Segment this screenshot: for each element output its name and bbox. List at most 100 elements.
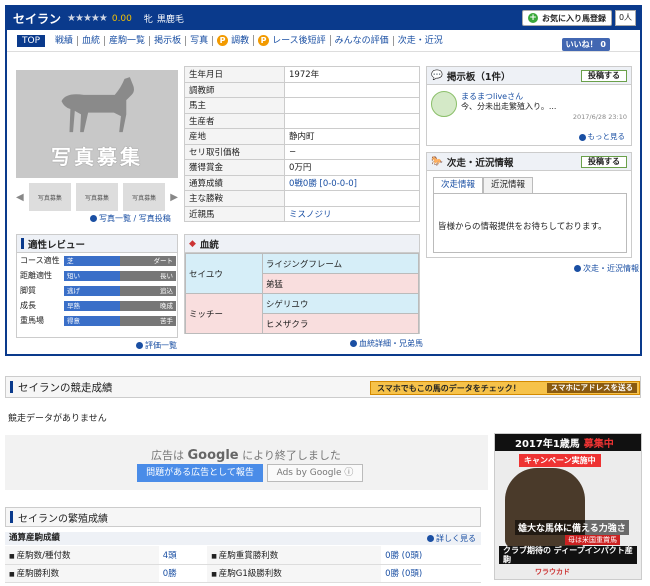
tab-next-race[interactable]: 次走・近況 xyxy=(394,36,447,46)
tab-recent-info[interactable]: 近況情報 xyxy=(483,177,533,193)
breeding-more-link[interactable]: 詳しく見る xyxy=(427,533,476,544)
race-post-button[interactable]: 投稿する xyxy=(581,156,627,168)
info-key: 馬主 xyxy=(184,97,285,114)
section-marker xyxy=(10,381,13,393)
tab-next-race-info[interactable]: 次走情報 xyxy=(433,177,483,193)
tab-training[interactable]: P 調教 xyxy=(213,35,255,46)
promo-main-text: クラブ期待の ディープインパクト産駒 xyxy=(499,546,637,564)
info-value: 静内町 xyxy=(284,128,420,145)
review-left: 得意 xyxy=(64,315,120,326)
thumbnail[interactable]: 写真募集 xyxy=(75,183,118,211)
info-value[interactable]: 0戦0勝 [0-0-0-0] xyxy=(284,174,420,191)
ad-ended-text: 広告は Google により終了しました xyxy=(151,447,341,463)
horse-coat: 黒鹿毛 xyxy=(156,15,184,25)
premium-icon: P xyxy=(217,35,229,46)
thumbnail[interactable]: 写真募集 xyxy=(28,183,71,211)
review-row: コース適性芝ダート xyxy=(17,253,177,268)
chevron-right-icon[interactable]: ▶ xyxy=(170,192,178,203)
breeding-value[interactable]: 0勝 xyxy=(158,564,208,583)
board-more-label: もっと見る xyxy=(587,132,626,141)
pedigree-detail-link[interactable]: 血統詳細・兄弟馬 xyxy=(350,338,423,349)
table-row: ミッチー シゲリユウ xyxy=(185,293,420,334)
promo-banner[interactable]: 2017年1歳馬 募集中 キャンペーン実施中 雄大な馬体に備える力強さ 母は米国重… xyxy=(494,433,642,580)
review-label: 重馬場 xyxy=(20,316,44,325)
sire-sire-name[interactable]: ライジングフレーム xyxy=(261,253,420,274)
table-row: 産地 静内町 xyxy=(184,128,420,145)
facebook-like-button[interactable]: いいね！ 0 xyxy=(561,38,610,51)
tab-board[interactable]: 掲示板 xyxy=(150,35,187,46)
review-left: 逃げ xyxy=(64,285,120,296)
info-value: 1972年 xyxy=(284,66,420,83)
favorite-label: お気に入り馬登録 xyxy=(542,13,606,23)
review-row: 距離適性 短い 長い xyxy=(17,268,177,283)
photo-links[interactable]: 写真一覧 / 写真投稿 xyxy=(90,213,171,224)
thumbnail[interactable]: 写真募集 xyxy=(123,183,166,211)
report-ad-button[interactable]: 問題がある広告として報告 xyxy=(137,464,263,482)
post-message[interactable]: 今、分未出走繁殖入り。... xyxy=(461,101,556,112)
tab-race-comments-label: レース後短評 xyxy=(272,35,326,46)
favorite-button[interactable]: + お気に入り馬登録 xyxy=(522,10,612,26)
review-header: 適性レビュー xyxy=(17,235,177,253)
info-value[interactable]: ミスノジリ xyxy=(284,205,420,222)
breeding-value[interactable]: 0勝 (0頭) xyxy=(381,546,481,565)
photo-placeholder-text: 写真募集 xyxy=(51,145,143,169)
review-bar: 早熟 晩成 xyxy=(64,300,176,311)
dam-name[interactable]: ミッチー xyxy=(185,293,263,334)
message-board-box: 💬 掲示板（1件） 投稿する まるまつliveさん 今、分未出走繁殖入り。... … xyxy=(426,66,632,146)
tab-offspring[interactable]: 産駒一覧 xyxy=(105,35,151,46)
breeding-key: 産駒G1級勝利数 xyxy=(207,564,382,583)
promo-copy: 雄大な馬体に備える力強さ xyxy=(515,520,629,535)
board-post-button[interactable]: 投稿する xyxy=(581,70,627,82)
info-value xyxy=(284,81,420,98)
tab-training-label: 調教 xyxy=(231,35,250,46)
post-date: 2017/6/28 23:10 xyxy=(572,113,627,121)
review-right: 苦手 xyxy=(120,315,176,326)
review-left: 短い xyxy=(64,270,120,281)
table-row: 通算成績 0戦0勝 [0-0-0-0] xyxy=(184,174,420,191)
info-value: − xyxy=(284,143,420,160)
dam-sire-name[interactable]: シゲリユウ xyxy=(261,293,420,314)
tab-race-comments[interactable]: P レース後短評 xyxy=(254,35,331,46)
tab-results[interactable]: 戦績 xyxy=(51,35,79,46)
promo-title: 2017年1歳馬 募集中 xyxy=(495,434,641,451)
avatar[interactable] xyxy=(431,91,457,117)
board-title: 掲示板（1件） xyxy=(446,71,511,83)
pedigree-box: ◆ 血統 セイユウ ライジングフレーム 弟猛 ミッチー シゲリユウ ヒメザクラ xyxy=(184,234,420,334)
ads-by-google-link[interactable]: Ads by Google ⓘ xyxy=(267,464,363,482)
tab-top[interactable]: TOP xyxy=(17,34,46,47)
tab-ratings[interactable]: みんなの評価 xyxy=(331,35,394,46)
smartphone-banner[interactable]: スマホでもこの馬のデータをチェック！ スマホにアドレスを送る xyxy=(370,381,640,395)
table-row: 獲得賞金 0万円 xyxy=(184,159,420,176)
review-bar: 逃げ 追込 xyxy=(64,285,176,296)
race-info-link[interactable]: 次走・近況情報 xyxy=(574,263,639,274)
dam-dam-name[interactable]: ヒメザクラ xyxy=(261,313,420,334)
photo-placeholder[interactable]: 写真募集 xyxy=(16,70,178,178)
chat-icon: 💬 xyxy=(431,70,443,81)
table-row: 馬主 xyxy=(184,97,420,114)
bullet-icon xyxy=(136,342,143,349)
review-list-link[interactable]: 評価一覧 xyxy=(136,340,177,351)
results-title: セイランの競走成績 xyxy=(18,381,113,394)
breeding-table: 産駒数/種付数 4頭 産駒重賞勝利数 0勝 (0頭) 産駒勝利数 0勝 産駒G1… xyxy=(5,546,481,583)
chevron-left-icon[interactable]: ◀ xyxy=(16,192,24,203)
sire-name[interactable]: セイユウ xyxy=(185,253,263,294)
header-bar: セイラン ★★★★★ 0.00 牝 黒鹿毛 + お気に入り馬登録 0人 xyxy=(7,7,640,30)
bullet-icon xyxy=(574,265,581,272)
review-right: ダート xyxy=(120,255,176,266)
next-race-box: 🐎 次走・近況情報 投稿する 次走情報 近況情報 皆様からの情報提供をお待ちしてお… xyxy=(426,152,632,258)
board-more-link[interactable]: もっと見る xyxy=(578,131,626,142)
send-address-button[interactable]: スマホにアドレスを送る xyxy=(546,383,637,393)
review-row: 成長 早熟 晩成 xyxy=(17,298,177,313)
breeding-value[interactable]: 4頭 xyxy=(158,546,208,565)
review-row: 重馬場 得意 苦手 xyxy=(17,313,177,328)
info-key: 近親馬 xyxy=(184,205,285,222)
sire-dam-name[interactable]: 弟猛 xyxy=(261,273,420,294)
table-row: 調教師 xyxy=(184,81,420,98)
table-row: 生年月日 1972年 xyxy=(184,66,420,83)
premium-icon: P xyxy=(258,35,270,46)
tab-pedigree[interactable]: 血統 xyxy=(78,35,106,46)
table-row: 産駒勝利数 0勝 産駒G1級勝利数 0勝 (0頭) xyxy=(5,564,481,583)
tab-photos[interactable]: 写真 xyxy=(186,35,214,46)
pedigree-table: セイユウ ライジングフレーム 弟猛 ミッチー シゲリユウ ヒメザクラ xyxy=(185,253,420,334)
breeding-value[interactable]: 0勝 (0頭) xyxy=(381,564,481,583)
